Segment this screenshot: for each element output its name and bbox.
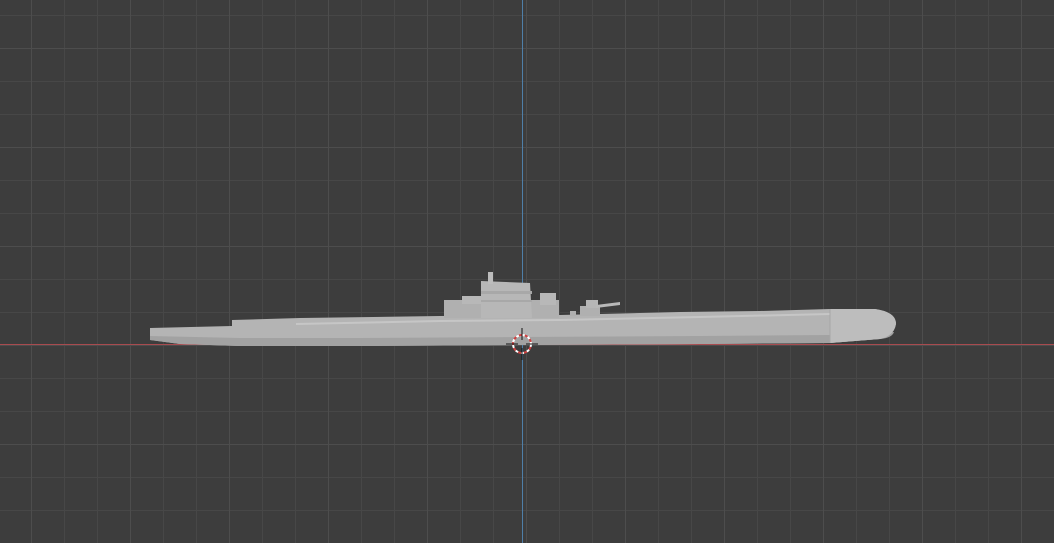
periscope [488,272,493,284]
3d-viewport[interactable] [0,0,1054,543]
deck-gun [570,300,620,316]
conning-tower [481,281,532,318]
scene-canvas [150,272,896,360]
